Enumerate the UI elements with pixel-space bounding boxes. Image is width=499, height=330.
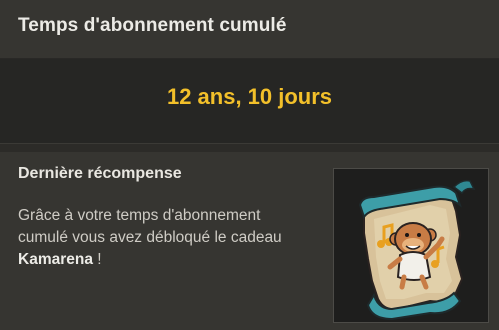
kamarena-scroll-icon (358, 179, 476, 321)
panel-title: Temps d'abonnement cumulé (18, 15, 287, 36)
reward-section: Dernière récompense Grâce à votre temps … (0, 152, 499, 330)
reward-title: Dernière récompense (18, 165, 182, 182)
reward-gift-name: Kamarena (18, 251, 93, 268)
reward-image-frame (333, 168, 489, 323)
reward-description: Grâce à votre temps d'abonnement cumulé … (18, 205, 308, 271)
panel-header: Temps d'abonnement cumulé (0, 0, 499, 59)
subscription-duration: 12 ans, 10 jours (166, 84, 333, 109)
subscription-panel: Temps d'abonnement cumulé 12 ans, 10 jou… (0, 0, 499, 330)
reward-description-text: Grâce à votre temps d'abonnement cumulé … (18, 207, 282, 246)
duration-band: 12 ans, 10 jours (0, 59, 499, 143)
reward-description-end: ! (92, 251, 102, 268)
